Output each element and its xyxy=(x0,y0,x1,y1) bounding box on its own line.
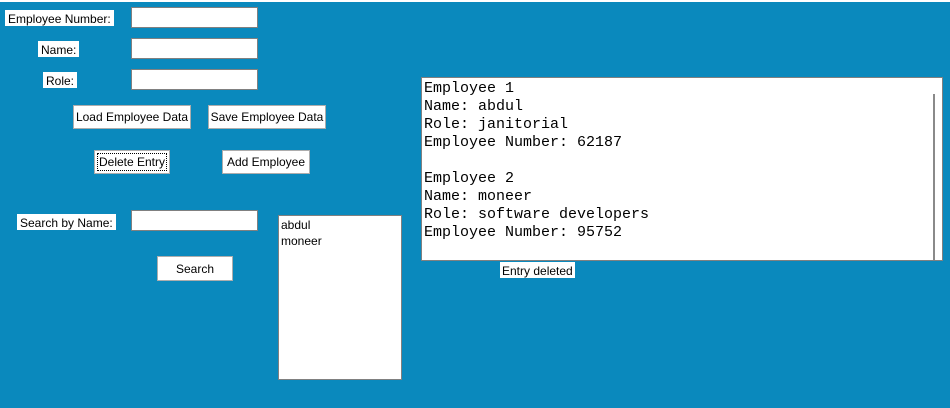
vertical-scrollbar[interactable] xyxy=(925,78,942,260)
load-employee-data-button[interactable]: Load Employee Data xyxy=(73,105,191,129)
name-label: Name: xyxy=(38,41,80,57)
add-employee-button[interactable]: Add Employee xyxy=(222,150,310,174)
scrollbar-thumb[interactable] xyxy=(933,94,935,260)
list-item[interactable]: moneer xyxy=(281,233,399,249)
role-input[interactable] xyxy=(131,69,258,90)
save-employee-data-button[interactable]: Save Employee Data xyxy=(208,105,326,129)
search-by-name-label: Search by Name: xyxy=(17,214,116,230)
role-label: Role: xyxy=(43,72,78,88)
search-button[interactable]: Search xyxy=(157,256,233,281)
delete-entry-button[interactable]: Delete Entry xyxy=(94,150,170,174)
employee-number-label: Employee Number: xyxy=(5,10,114,26)
delete-entry-button-label: Delete Entry xyxy=(96,153,168,171)
name-input[interactable] xyxy=(131,38,258,59)
employee-output-text: Employee 1 Name: abdul Role: janitorial … xyxy=(424,80,650,241)
employee-name-listbox[interactable]: abdul moneer xyxy=(278,215,402,380)
save-employee-data-button-label: Save Employee Data xyxy=(210,110,324,124)
search-button-label: Search xyxy=(175,261,215,276)
search-input[interactable] xyxy=(131,210,258,231)
list-item[interactable]: abdul xyxy=(281,217,399,233)
employee-output-textarea[interactable]: Employee 1 Name: abdul Role: janitorial … xyxy=(421,77,943,261)
status-label: Entry deleted xyxy=(500,262,575,278)
employee-number-input[interactable] xyxy=(131,7,258,28)
add-employee-button-label: Add Employee xyxy=(226,155,306,169)
load-employee-data-button-label: Load Employee Data xyxy=(75,110,189,124)
window-top-edge xyxy=(0,0,950,2)
